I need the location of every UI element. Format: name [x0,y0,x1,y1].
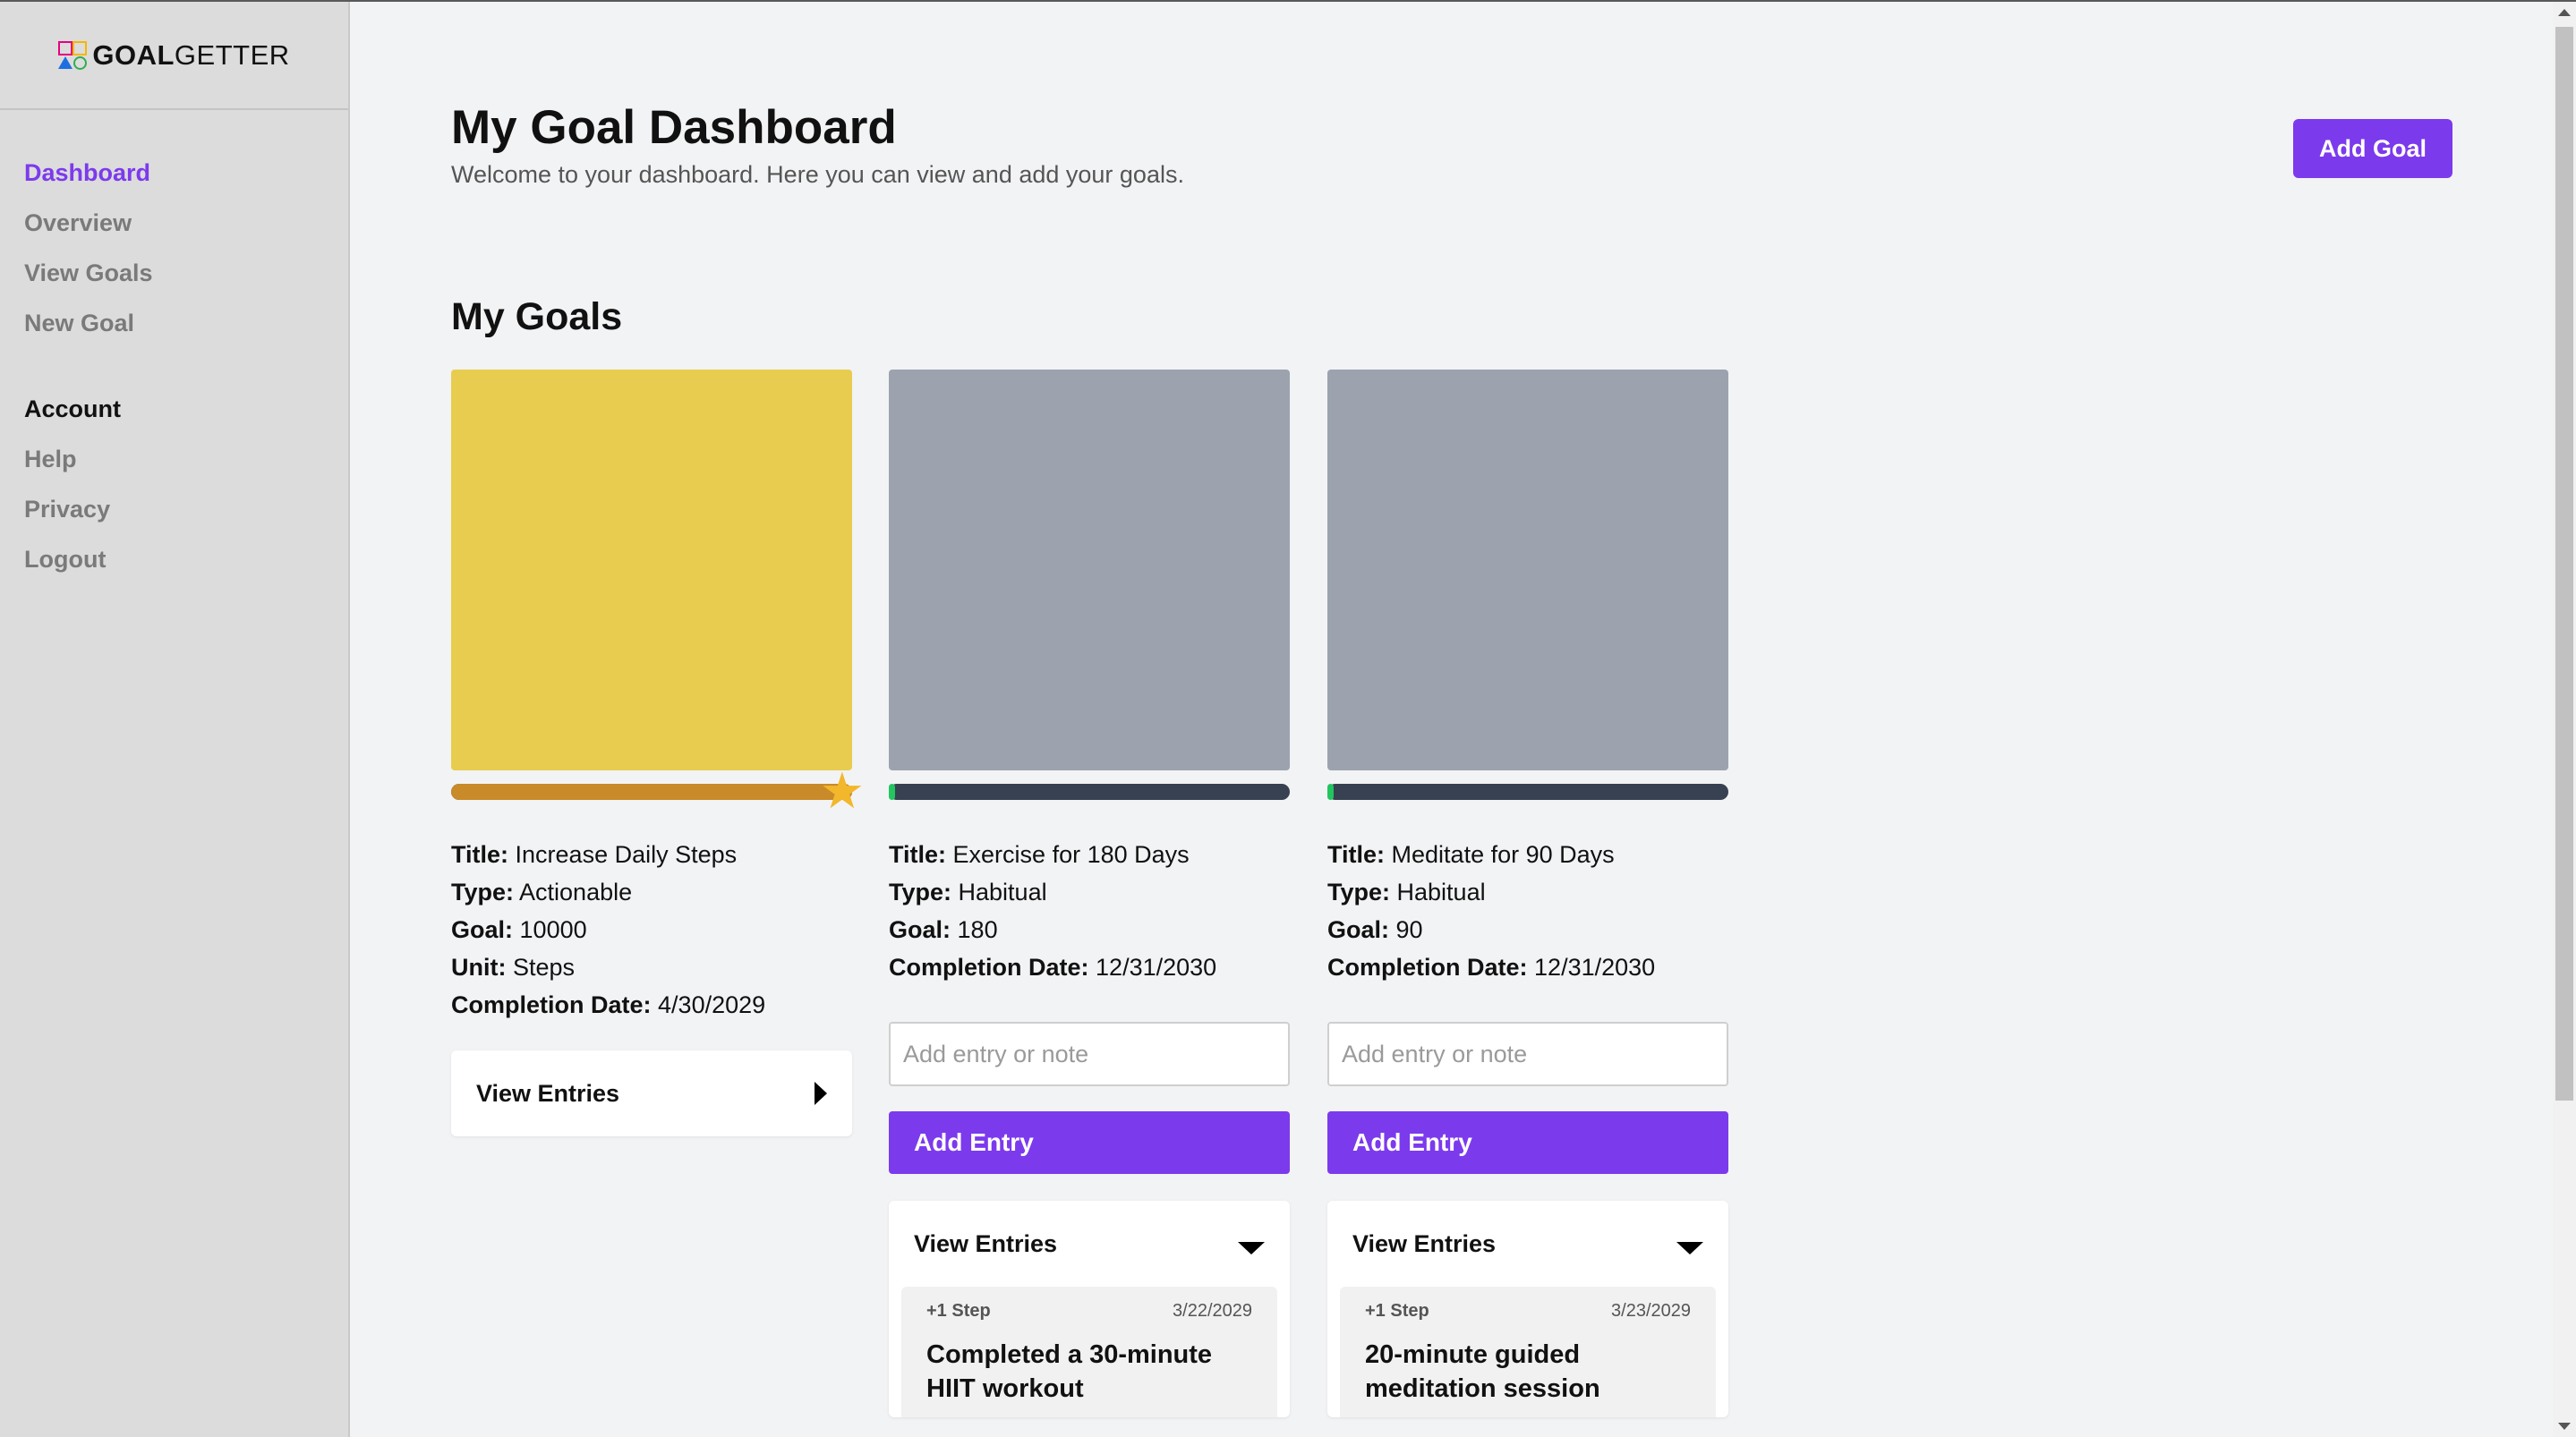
goal-title-row: Title: Exercise for 180 Days [889,841,1190,868]
entry-text: Completed a 30-minute HIIT workout [926,1340,1213,1403]
goal-target: 180 [957,916,998,943]
goal-progress-bar: ★ [451,766,865,816]
star-icon: ★ [819,762,865,819]
goal-type-row: Type: Habitual [889,879,1047,906]
view-entries-panel: View Entries [451,1050,852,1136]
page-subtitle: Welcome to your dashboard. Here you can … [451,161,1184,188]
entry-meta: +1 Step 3/23/2029 [1365,1301,1691,1322]
goal-card: Title: Exercise for 180 Days Type: Habit… [889,370,1290,1417]
goal-title: Meditate for 90 Days [1391,841,1615,868]
sidebar-item-logout[interactable]: Logout [24,534,348,584]
entry-card[interactable]: +1 Step 3/22/2029 Completed a 30-minute … [901,1287,1277,1417]
goal-date-row: Completion Date: 4/30/2029 [451,991,766,1018]
window-top-border [0,0,2576,2]
sidebar-item-dashboard[interactable]: Dashboard [24,148,348,198]
goal-target: 10000 [519,916,587,943]
entry-meta: +1 Step 3/22/2029 [926,1301,1252,1322]
logo-text: GOALGETTER [92,38,290,71]
goal-title-row: Title: Meditate for 90 Days [1327,841,1615,868]
goal-target: 90 [1395,916,1423,943]
goal-card: Title: Meditate for 90 Days Type: Habitu… [1327,370,1728,1417]
scroll-thumb[interactable] [2555,27,2573,1101]
caret-right-icon [815,1082,827,1105]
sidebar-item-privacy[interactable]: Privacy [24,484,348,534]
view-entries-label: View Entries [914,1229,1058,1257]
page-scrollbar[interactable] [2553,2,2576,1437]
goal-date-row: Completion Date: 12/31/2030 [1327,954,1656,981]
entry-date: 3/22/2029 [1173,1301,1252,1321]
goal-type: Habitual [958,879,1047,906]
view-entries-toggle[interactable]: View Entries [451,1050,852,1136]
goal-type-row: Type: Actionable [451,879,633,906]
scroll-up-icon[interactable] [2558,9,2571,16]
add-entry-input[interactable] [1327,1022,1728,1086]
goal-unit: Steps [513,954,576,981]
goal-completion-date: 12/31/2030 [1096,954,1217,981]
entry-card[interactable]: +1 Step 3/23/2029 20-minute guided medit… [1340,1287,1716,1417]
goal-details: Title: Meditate for 90 Days Type: Habitu… [1327,836,1728,986]
view-entries-panel: View Entries +1 Step 3/23/2029 20-minute… [1327,1201,1728,1417]
goal-unit-row: Unit: Steps [451,954,576,981]
goal-date-row: Completion Date: 12/31/2030 [889,954,1217,981]
view-entries-toggle[interactable]: View Entries [1327,1201,1728,1287]
caret-down-icon [1238,1242,1265,1254]
goal-completion-date: 4/30/2029 [658,991,766,1018]
goal-type: Habitual [1396,879,1486,906]
add-entry-input[interactable] [889,1022,1290,1086]
sidebar-item-help[interactable]: Help [24,434,348,484]
goal-title: Increase Daily Steps [515,841,738,868]
goal-target-row: Goal: 180 [889,916,998,943]
goal-type-row: Type: Habitual [1327,879,1486,906]
entry-date: 3/23/2029 [1611,1301,1691,1321]
goal-progress-bar [889,784,1290,800]
nav-group-account: Account Help Privacy Logout [24,384,348,584]
goal-title: Exercise for 180 Days [952,841,1190,868]
sidebar-item-view-goals[interactable]: View Goals [24,248,348,298]
add-entry-button[interactable]: Add Entry [1327,1111,1728,1174]
nav-group-main: Dashboard Overview View Goals New Goal [24,148,348,348]
view-entries-toggle[interactable]: View Entries [889,1201,1290,1287]
view-entries-label: View Entries [1352,1229,1497,1257]
goal-image [451,370,852,770]
logo-shapes-icon [58,40,88,70]
logo[interactable]: GOALGETTER [0,2,348,110]
goal-card: ★ Title: Increase Daily Steps Type: Acti… [451,370,865,1136]
goals-section-title: My Goals [451,295,623,338]
goal-progress-bar [1327,784,1728,800]
goal-details: Title: Increase Daily Steps Type: Action… [451,836,852,1024]
goal-completion-date: 12/31/2030 [1534,954,1656,981]
view-entries-panel: View Entries +1 Step 3/22/2029 Completed… [889,1201,1290,1417]
goal-target-row: Goal: 90 [1327,916,1423,943]
page-title: My Goal Dashboard [451,101,897,154]
goal-progress-fill [451,784,852,800]
sidebar-item-account[interactable]: Account [24,384,348,434]
sidebar-item-new-goal[interactable]: New Goal [24,298,348,348]
entry-increment: +1 Step [1365,1301,1429,1321]
goal-type: Actionable [519,879,633,906]
view-entries-label: View Entries [476,1079,620,1107]
sidebar: GOALGETTER Dashboard Overview View Goals… [0,2,350,1437]
goal-details: Title: Exercise for 180 Days Type: Habit… [889,836,1290,986]
sidebar-item-overview[interactable]: Overview [24,198,348,248]
goal-image [1327,370,1728,770]
add-goal-button[interactable]: Add Goal [2293,119,2452,178]
entry-text: 20-minute guided meditation session [1365,1340,1600,1403]
goal-image [889,370,1290,770]
goal-title-row: Title: Increase Daily Steps [451,841,738,868]
goal-progress-fill [889,784,895,800]
caret-down-icon [1676,1242,1703,1254]
add-entry-button[interactable]: Add Entry [889,1111,1290,1174]
scroll-down-icon[interactable] [2558,1423,2571,1430]
entry-increment: +1 Step [926,1301,991,1321]
sidebar-nav: Dashboard Overview View Goals New Goal A… [0,148,348,584]
goal-target-row: Goal: 10000 [451,916,587,943]
goal-progress-fill [1327,784,1334,800]
